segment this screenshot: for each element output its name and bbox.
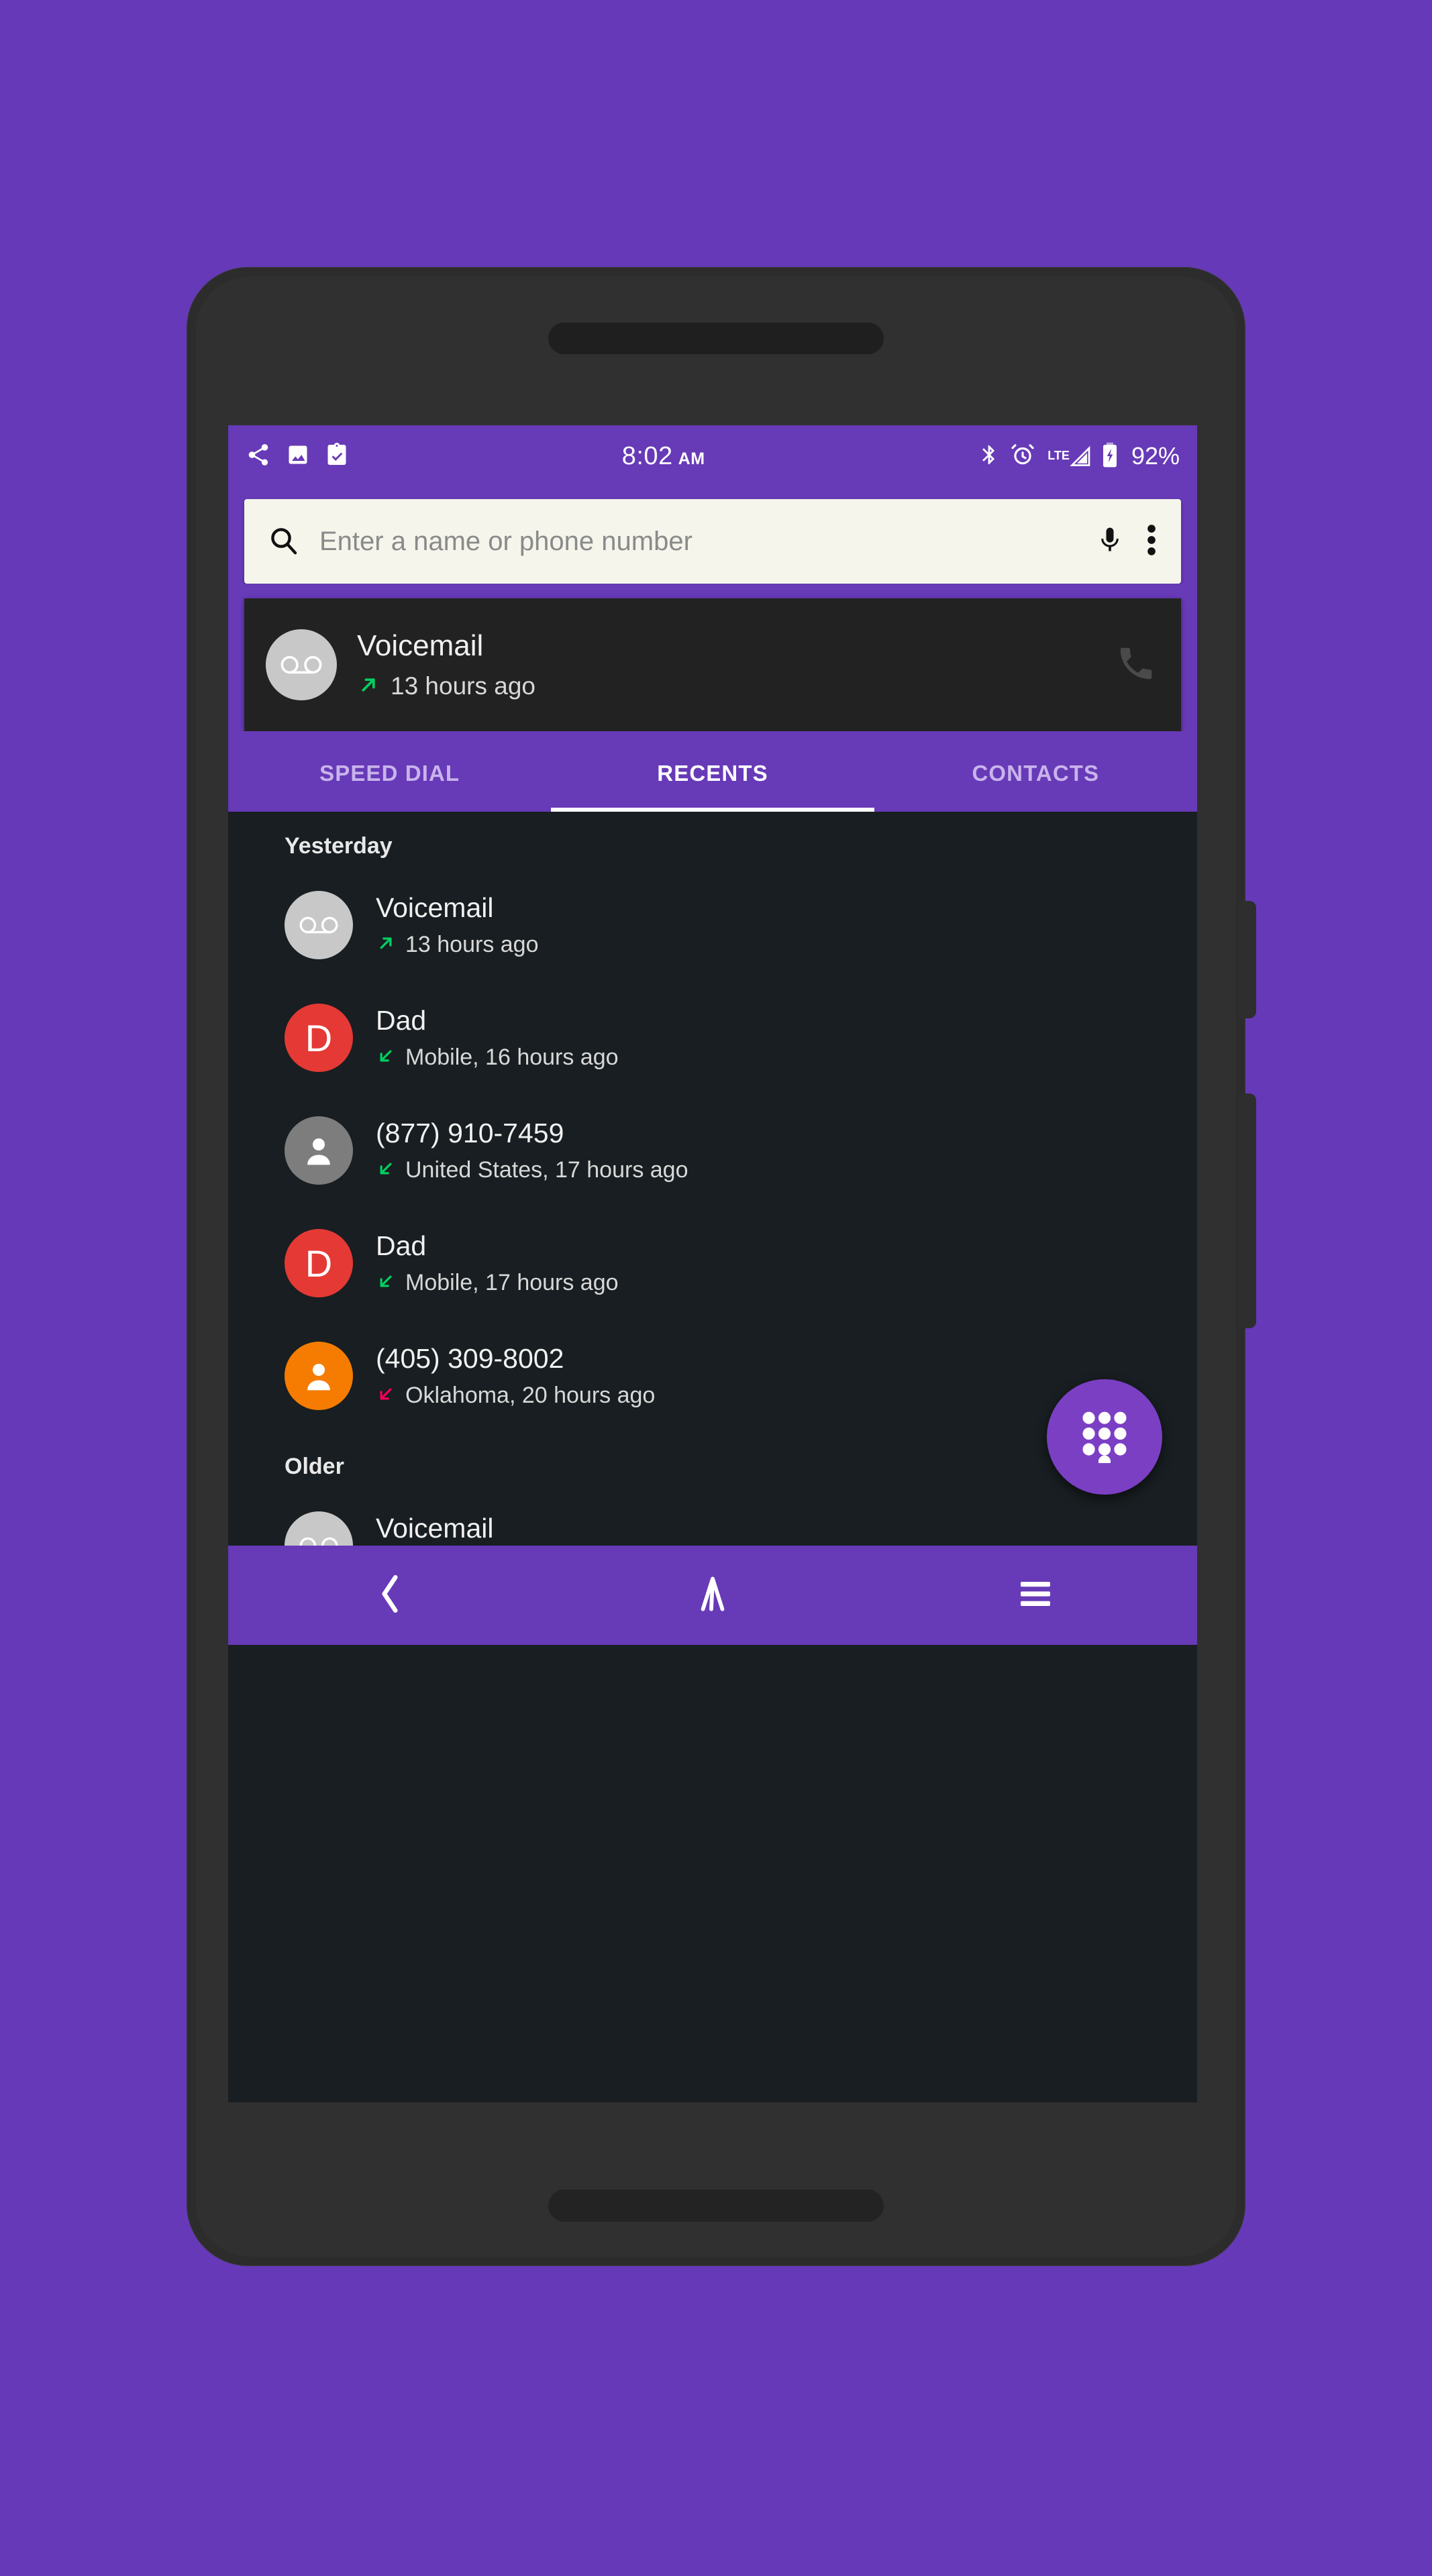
avatar	[285, 1342, 353, 1410]
lte-label: LTE	[1047, 449, 1070, 462]
battery-percent-label: 92%	[1131, 442, 1180, 470]
avatar: D	[285, 1004, 353, 1072]
list-item-time: Mobile, 17 hours ago	[405, 1270, 619, 1296]
bluetooth-icon	[978, 441, 1001, 472]
pinned-voicemail-title: Voicemail	[357, 629, 484, 662]
home-button[interactable]	[551, 1573, 874, 1618]
status-bar-left-icons	[246, 442, 349, 471]
outgoing-call-arrow-icon	[357, 674, 380, 700]
list-item-text: Voicemail 2 days ago	[376, 1513, 517, 1546]
lte-signal-icon: LTE	[1045, 443, 1091, 469]
recents-icon	[1017, 1579, 1054, 1612]
avatar-letter: D	[305, 1242, 333, 1285]
pinned-voicemail-time: 13 hours ago	[391, 672, 536, 700]
list-item-text: (877) 910-7459 United States, 17 hours a…	[376, 1118, 688, 1183]
list-item[interactable]: Voicemail 2 days ago	[228, 1489, 1197, 1546]
list-item-subtitle: 13 hours ago	[376, 932, 539, 958]
tab-contacts[interactable]: CONTACTS	[874, 746, 1197, 812]
list-item-text: Dad Mobile, 16 hours ago	[376, 1005, 619, 1071]
list-item-subtitle: United States, 17 hours ago	[376, 1157, 688, 1183]
tab-recents-label: RECENTS	[657, 761, 768, 786]
list-item-title: Dad	[376, 1230, 427, 1261]
avatar	[285, 1511, 353, 1546]
pinned-voicemail-card[interactable]: Voicemail 13 hours ago	[244, 598, 1181, 731]
phone-device-frame: 8:02 AM LTE 92% Enter a name or phone nu…	[187, 267, 1256, 2266]
tab-contacts-label: CONTACTS	[972, 761, 1100, 786]
list-item-title: (405) 309-8002	[376, 1342, 564, 1374]
list-item-subtitle: Mobile, 16 hours ago	[376, 1044, 619, 1071]
tab-recents[interactable]: RECENTS	[551, 746, 874, 812]
clock-meridiem: AM	[678, 449, 705, 468]
avatar: D	[285, 1229, 353, 1297]
tab-speed-dial-label: SPEED DIAL	[319, 761, 460, 786]
earpiece-speaker	[548, 323, 884, 354]
bottom-speaker-grille	[548, 2190, 884, 2222]
dialpad-fab-button[interactable]	[1047, 1379, 1162, 1495]
overflow-menu-icon[interactable]	[1145, 522, 1158, 561]
android-navigation-bar	[228, 1546, 1197, 1645]
list-item-time: United States, 17 hours ago	[405, 1157, 688, 1183]
pinned-voicemail-text: Voicemail 13 hours ago	[357, 629, 1115, 700]
search-bar[interactable]	[244, 499, 1181, 584]
tab-bar: SPEED DIAL RECENTS CONTACTS	[228, 731, 1197, 812]
status-bar-right-icons: LTE 92%	[978, 441, 1180, 472]
volume-button[interactable]	[1239, 1093, 1256, 1328]
list-item[interactable]: D Dad Mobile, 16 hours ago	[228, 981, 1197, 1094]
avatar	[285, 1116, 353, 1185]
phone-icon[interactable]	[1115, 643, 1157, 688]
call-log-list[interactable]: Yesterday Voicemail 13 hours ago D Dad M…	[228, 812, 1197, 1546]
recents-button[interactable]	[874, 1579, 1197, 1612]
list-item[interactable]: D Dad Mobile, 17 hours ago	[228, 1207, 1197, 1320]
list-item-subtitle: Mobile, 17 hours ago	[376, 1270, 619, 1296]
clock-time: 8:02	[621, 441, 673, 470]
clipboard-check-icon	[325, 442, 349, 470]
avatar	[285, 891, 353, 959]
back-button[interactable]	[228, 1572, 551, 1619]
avatar	[266, 629, 337, 700]
home-icon	[696, 1573, 729, 1618]
search-bar-container	[228, 487, 1197, 584]
power-button[interactable]	[1239, 901, 1256, 1018]
list-item-title: (877) 910-7459	[376, 1117, 564, 1148]
status-bar: 8:02 AM LTE 92%	[228, 425, 1197, 487]
list-item-time: Mobile, 16 hours ago	[405, 1044, 619, 1071]
section-header: Yesterday	[285, 833, 393, 859]
avatar-letter: D	[305, 1016, 333, 1059]
list-item-text: Dad Mobile, 17 hours ago	[376, 1230, 619, 1296]
list-item[interactable]: (877) 910-7459 United States, 17 hours a…	[228, 1094, 1197, 1207]
share-icon	[246, 442, 271, 471]
battery-charging-icon	[1101, 441, 1119, 472]
incoming-call-arrow-icon	[376, 1159, 396, 1182]
list-item-text: Voicemail 13 hours ago	[376, 892, 539, 958]
list-item-title: Dad	[376, 1004, 427, 1036]
outgoing-call-arrow-icon	[376, 933, 396, 957]
list-item-title: Voicemail	[376, 892, 494, 923]
phone-screen: 8:02 AM LTE 92% Enter a name or phone nu…	[228, 425, 1197, 2102]
dialpad-icon	[1078, 1408, 1131, 1468]
list-item[interactable]: Voicemail 13 hours ago	[228, 869, 1197, 981]
list-item-title: Voicemail	[376, 1512, 494, 1544]
missed-call-arrow-icon	[376, 1384, 396, 1407]
tab-speed-dial[interactable]: SPEED DIAL	[228, 746, 551, 812]
search-icon[interactable]	[267, 524, 299, 559]
search-input[interactable]	[319, 526, 1075, 557]
pinned-voicemail-area: Voicemail 13 hours ago	[228, 584, 1197, 731]
list-item-time: Oklahoma, 20 hours ago	[405, 1383, 656, 1409]
list-item-text: (405) 309-8002 Oklahoma, 20 hours ago	[376, 1343, 655, 1409]
pinned-voicemail-subtitle: 13 hours ago	[357, 672, 1115, 700]
alarm-icon	[1010, 442, 1035, 471]
microphone-icon[interactable]	[1095, 523, 1125, 560]
incoming-call-arrow-icon	[376, 1046, 396, 1069]
status-bar-clock: 8:02 AM	[349, 442, 978, 471]
list-item-subtitle: Oklahoma, 20 hours ago	[376, 1383, 655, 1409]
incoming-call-arrow-icon	[376, 1271, 396, 1295]
list-item-time: 13 hours ago	[405, 932, 539, 958]
back-icon	[373, 1572, 407, 1619]
image-icon	[286, 443, 310, 470]
